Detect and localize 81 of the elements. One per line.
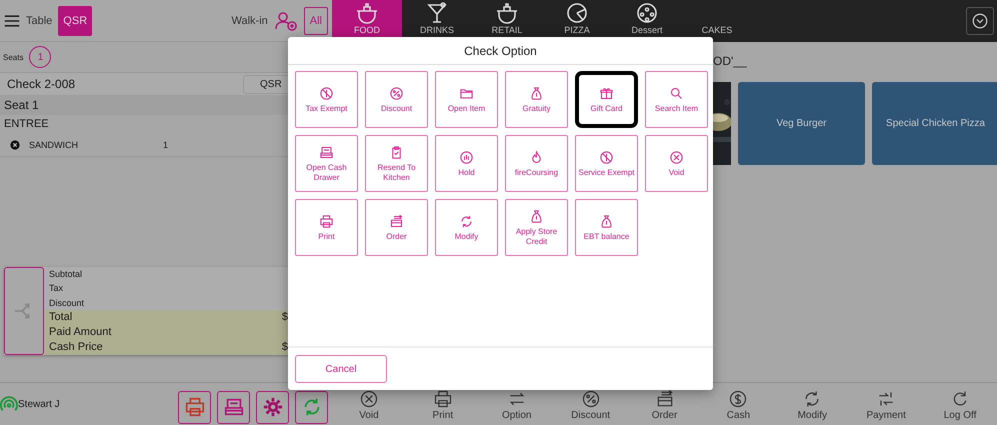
option-tile[interactable]: Service Exempt [575,135,638,192]
check-number: Check 2-008 [7,77,76,91]
gift-icon [599,86,614,100]
cancel-button[interactable]: Cancel [295,355,387,383]
action-button[interactable]: Discount [554,383,628,425]
dialog-title: Check Option [288,37,713,65]
option-tile[interactable]: Modify [435,199,498,256]
menu-item-tile[interactable]: Veg Burger [738,82,865,165]
action-button[interactable]: Order [628,383,702,425]
money-bag-icon [529,208,544,224]
refresh-button[interactable] [295,390,328,424]
course-label: ENTREE [3,117,50,132]
option-tile[interactable]: Gratuity [505,71,568,128]
split-button[interactable] [4,267,44,355]
refresh-icon [459,214,474,228]
percent-icon [580,389,601,409]
action-button[interactable]: Log Off [923,383,997,425]
menu-item-tile[interactable]: Special Chicken Pizza [872,82,997,165]
user-name: Stewart J [18,398,60,410]
percent-icon [389,86,404,100]
option-tile[interactable]: Void [645,135,708,192]
action-button[interactable]: Modify [775,383,850,425]
option-tile[interactable]: Resend To Kitchen [365,135,428,192]
cash-drawer-icon [319,144,334,160]
total-label: Tax [49,283,64,294]
total-label: Subtotal [49,269,82,280]
settings-icon [262,396,284,418]
settings-button[interactable] [256,390,289,424]
option-tile[interactable]: Tax Exempt [295,71,358,128]
seat-count[interactable]: 1 [29,46,52,68]
action-button[interactable]: Cash [701,383,776,425]
printer-icon [319,214,334,228]
total-label: Discount [49,298,84,308]
dollar-icon [728,389,748,409]
remove-icon[interactable] [10,140,20,150]
cocktail-icon [425,1,449,25]
action-button[interactable]: Option [480,383,554,425]
option-tile[interactable]: Gift Card [575,71,638,128]
chevron-down-icon [971,12,989,30]
money-bag-icon [529,86,544,100]
filter-button[interactable]: All [304,6,328,34]
cash-register-button[interactable] [217,390,250,424]
dessert-icon [635,1,659,25]
option-tile[interactable]: Print [295,199,358,256]
total-label: Cash Price [49,341,103,354]
option-tile[interactable]: Open Item [435,71,498,128]
total-label: Total [49,311,72,324]
item-quantity: 1 [163,140,168,150]
total-value: $ [282,341,288,354]
option-tile[interactable]: Hold [435,135,498,192]
option-tile[interactable]: EBT balance [575,199,638,256]
menu-title: OD'__ [712,53,748,70]
action-button[interactable]: Payment [849,383,924,425]
action-button[interactable]: Void [332,383,406,425]
card-arrow-icon [389,214,404,228]
total-value: $ [282,311,288,324]
pot-icon [495,1,519,25]
printer-button[interactable] [178,390,211,424]
table-label: Table [26,14,52,26]
cash-register-icon [222,396,244,418]
order-type-label: Walk-in [232,14,268,26]
total-label: Paid Amount [49,326,112,338]
option-tile[interactable]: Order [365,199,428,256]
menu-icon[interactable] [4,14,20,28]
action-button[interactable]: Print [406,383,480,425]
signal-icon [0,395,18,413]
dropdown-button[interactable] [966,7,994,35]
option-tile[interactable]: Open Cash Drawer [295,135,358,192]
search-icon [669,86,684,100]
option-tile[interactable]: Search Item [645,71,708,128]
printer-icon [432,389,453,409]
pot-icon [355,1,379,25]
option-tile[interactable]: Apply Store Credit [505,199,568,256]
pizza-icon [565,1,589,25]
item-name: SANDWICH [29,140,79,150]
table-mode-badge[interactable]: QSR [58,6,92,36]
option-tile[interactable]: Discount [365,71,428,128]
printer-icon [184,396,206,418]
money-bag-icon [599,214,614,228]
seats-label: Seats [3,52,24,62]
option-tile[interactable]: fireCoursing [505,135,568,192]
